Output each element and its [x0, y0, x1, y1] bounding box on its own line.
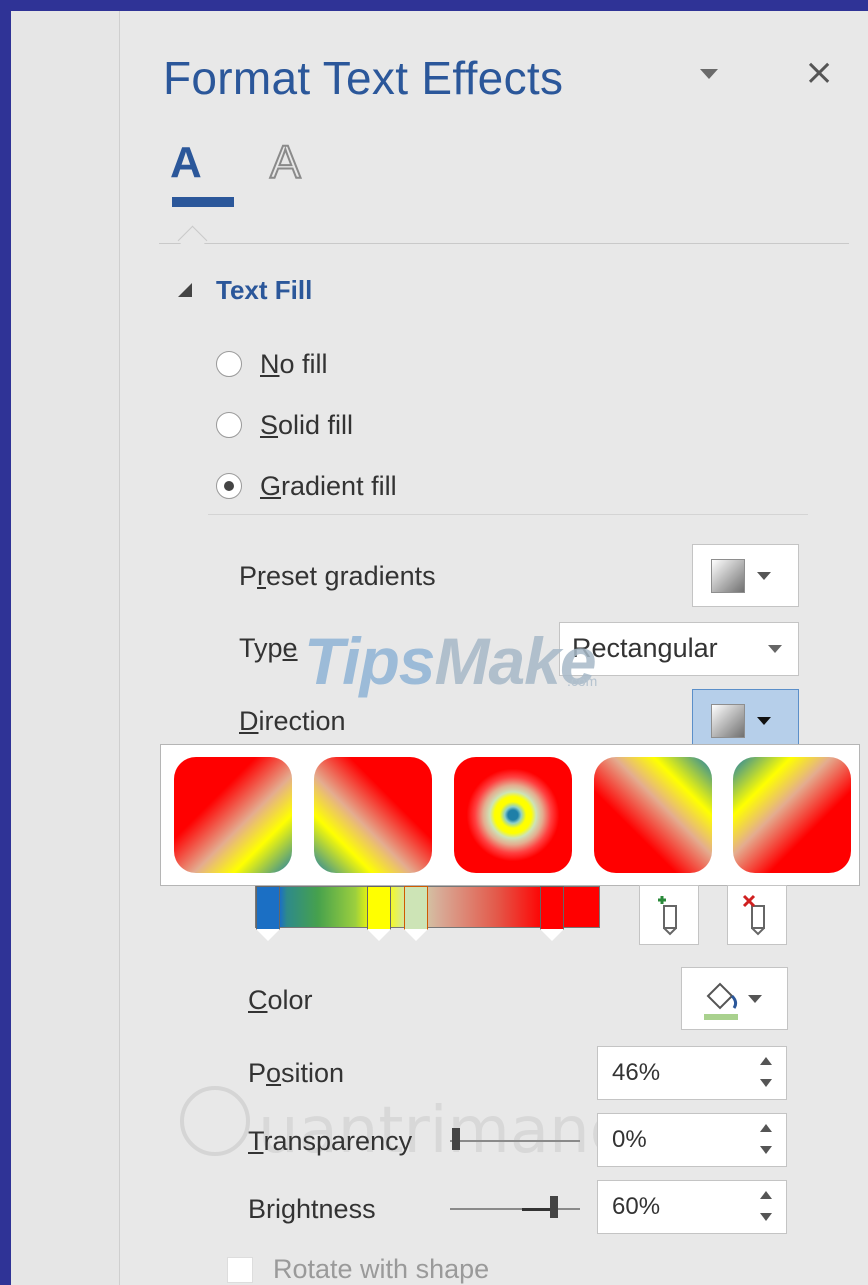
rotate-with-shape-checkbox[interactable] — [227, 1257, 253, 1283]
radio-label: Solid fill — [260, 409, 354, 440]
spin-down-icon[interactable] — [760, 1213, 772, 1221]
section-separator — [208, 514, 808, 515]
spin-up-icon[interactable] — [760, 1057, 772, 1065]
transparency-slider-track[interactable] — [450, 1140, 580, 1142]
direction-dropdown[interactable] — [692, 689, 799, 752]
brightness-spinner[interactable]: 60% — [597, 1180, 787, 1234]
remove-gradient-stop-button[interactable] — [727, 885, 787, 945]
radio-no-fill[interactable]: No fill — [216, 344, 328, 384]
section-text-fill[interactable]: Text Fill — [216, 275, 312, 306]
brightness-slider-fill — [522, 1208, 552, 1211]
spin-up-icon[interactable] — [760, 1191, 772, 1199]
document-edge — [11, 11, 120, 1285]
paint-bucket-icon — [704, 982, 738, 1020]
watermark-bulb-icon — [180, 1086, 250, 1156]
chevron-down-icon — [768, 645, 782, 653]
add-gradient-stop-icon — [658, 896, 677, 936]
direction-option-from-bottom-left[interactable] — [594, 757, 712, 873]
task-pane-options-icon[interactable] — [700, 69, 718, 79]
transparency-slider-thumb[interactable] — [452, 1128, 460, 1150]
transparency-spinner[interactable]: 0% — [597, 1113, 787, 1167]
chevron-down-icon — [757, 571, 771, 580]
gradient-stop-selected[interactable] — [404, 886, 428, 941]
brightness-label: Brightness — [248, 1194, 376, 1224]
gradient-stop-blue[interactable] — [256, 886, 280, 941]
gradient-swatch-icon — [711, 703, 745, 738]
tab-text-fill-outline[interactable]: A — [170, 141, 202, 185]
brightness-value: 60% — [612, 1193, 661, 1220]
rotate-with-shape-label: Rotate with shape — [273, 1254, 490, 1284]
collapse-triangle-icon[interactable] — [178, 283, 192, 297]
radio-button[interactable] — [216, 412, 242, 438]
tab-pointer — [177, 225, 208, 256]
pane-title: Format Text Effects — [163, 52, 564, 104]
gradient-stop-yellow[interactable] — [367, 886, 391, 941]
add-gradient-stop-button[interactable] — [639, 885, 699, 945]
direction-option-from-bottom-right[interactable] — [733, 757, 851, 873]
gradient-stop-red[interactable] — [540, 886, 564, 941]
watermark-suffix: .com — [567, 673, 598, 689]
tab-active-indicator — [172, 197, 234, 207]
position-spinner[interactable]: 46% — [597, 1046, 787, 1100]
direction-gallery — [160, 744, 860, 886]
color-picker-button[interactable] — [681, 967, 788, 1030]
spin-up-icon[interactable] — [760, 1124, 772, 1132]
spin-down-icon[interactable] — [760, 1146, 772, 1154]
radio-button[interactable] — [216, 351, 242, 377]
tab-divider — [159, 243, 849, 244]
direction-option-from-top-right[interactable] — [314, 757, 432, 873]
brightness-slider-thumb[interactable] — [550, 1196, 558, 1218]
direction-label: Direction — [239, 706, 346, 736]
position-value: 46% — [612, 1059, 661, 1086]
radio-button-selected[interactable] — [216, 473, 242, 499]
radio-label: Gradient fill — [260, 470, 397, 501]
preset-gradients-label: Preset gradients — [239, 561, 436, 591]
direction-option-from-top-left[interactable] — [174, 757, 292, 873]
color-label: Color — [248, 985, 313, 1015]
watermark-logo: TipsMake — [304, 624, 597, 698]
spin-down-icon[interactable] — [760, 1079, 772, 1087]
type-label: Type — [239, 633, 298, 663]
window-frame: Format Text Effects × A A Text Fill No f… — [0, 0, 868, 1285]
radio-label: No fill — [260, 348, 328, 379]
tab-text-effects[interactable]: A — [269, 138, 302, 186]
transparency-label: Transparency — [248, 1126, 413, 1156]
brightness-slider-track[interactable] — [450, 1208, 580, 1210]
gradient-swatch-icon — [711, 558, 745, 593]
preset-gradients-dropdown[interactable] — [692, 544, 799, 607]
direction-option-from-center[interactable] — [454, 757, 572, 873]
position-label: Position — [248, 1058, 345, 1088]
remove-gradient-stop-icon — [742, 894, 765, 936]
transparency-value: 0% — [612, 1126, 647, 1153]
chevron-down-icon — [748, 994, 762, 1003]
radio-gradient-fill[interactable]: Gradient fill — [216, 466, 397, 506]
chevron-down-icon — [757, 716, 771, 725]
radio-solid-fill[interactable]: Solid fill — [216, 405, 353, 445]
close-icon[interactable]: × — [804, 55, 834, 91]
